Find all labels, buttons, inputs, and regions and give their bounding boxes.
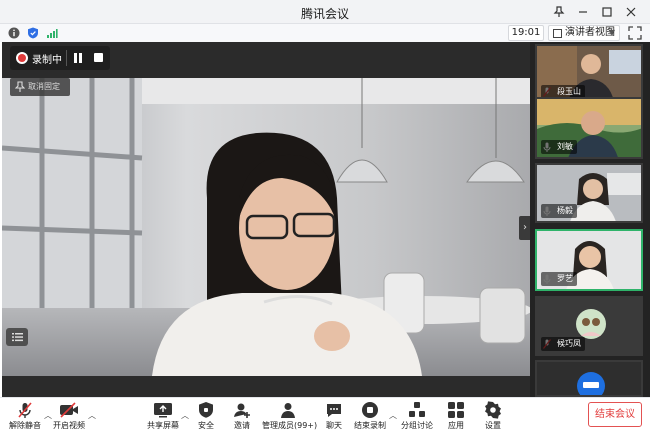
settings-label: 设置 [485, 421, 501, 430]
unpin-button[interactable]: 取消固定 [10, 78, 70, 96]
divider [66, 50, 67, 66]
share-screen-icon [154, 403, 172, 418]
camera-off-icon [60, 402, 78, 418]
end-recording-button[interactable]: 结束录制 [347, 400, 393, 431]
participant-tile-active[interactable]: 罗艺 [535, 229, 643, 291]
start-video-button[interactable]: 开启视频 [46, 400, 92, 431]
participant-tile[interactable]: 杨毅 [535, 163, 643, 223]
chevron-down-icon: ▼ [608, 28, 615, 37]
gear-icon [485, 401, 501, 419]
chevron-right-icon: › [523, 222, 527, 233]
mic-muted-icon [18, 402, 32, 418]
view-mode-dropdown[interactable]: 演讲者视图 ▼ [548, 25, 620, 41]
end-meeting-button[interactable]: 结束会议 [588, 402, 642, 427]
unpin-label: 取消固定 [28, 82, 60, 91]
pin-icon [15, 81, 25, 92]
start-video-label: 开启视频 [53, 421, 85, 430]
signal-strength-icon [47, 29, 58, 38]
participant-name: 杨毅 [541, 204, 577, 218]
participant-tile[interactable]: 候巧凤 [535, 296, 643, 356]
unmute-label: 解除静音 [9, 421, 41, 430]
members-icon [281, 403, 295, 418]
shield-icon [199, 402, 213, 418]
close-button[interactable] [622, 3, 640, 21]
manage-members-button[interactable]: 管理成员(99+) [262, 400, 318, 431]
minimize-button[interactable] [574, 3, 592, 21]
collapse-sidebar-button[interactable]: › [519, 216, 530, 240]
share-screen-label: 共享屏幕 [147, 421, 179, 430]
pin-window-icon[interactable] [550, 3, 568, 21]
participant-tile[interactable] [535, 360, 643, 397]
chat-icon [327, 404, 341, 417]
invite-button[interactable]: 邀请 [219, 400, 265, 431]
participant-gallery: 段玉山 刘敏 杨毅 罗艺 候巧凤 [530, 42, 650, 397]
recording-indicator-icon [18, 54, 26, 62]
participant-tile[interactable]: 刘敏 [535, 97, 643, 159]
participant-name: 候巧凤 [541, 337, 585, 351]
participant-list-toggle[interactable] [6, 328, 28, 346]
stop-recording-button[interactable] [94, 53, 103, 62]
main-video-stage: 录制中 取消固定 › [2, 42, 530, 397]
add-user-icon [234, 403, 250, 418]
apps-icon [448, 402, 464, 418]
speaker-video [2, 78, 530, 376]
info-icon[interactable] [8, 27, 20, 39]
stop-recording-icon [362, 402, 378, 418]
maximize-button[interactable] [598, 3, 616, 21]
layout-icon [553, 29, 562, 38]
participant-name: 罗艺 [541, 272, 577, 286]
fullscreen-icon[interactable] [628, 26, 642, 40]
pause-recording-button[interactable] [72, 52, 84, 64]
participant-tile[interactable]: 段玉山 [535, 44, 643, 104]
unmute-button[interactable]: 解除静音 [2, 400, 48, 431]
title-bar: 腾讯会议 [0, 0, 650, 24]
shield-icon[interactable] [27, 27, 39, 39]
recording-status-label: 录制中 [32, 55, 62, 66]
manage-members-label: 管理成员(99+) [262, 421, 318, 430]
settings-button[interactable]: 设置 [470, 400, 516, 431]
breakout-icon [409, 402, 425, 417]
invite-label: 邀请 [234, 421, 250, 430]
view-mode-label: 演讲者视图 [565, 27, 615, 38]
meeting-info-bar: 19:01 演讲者视图 ▼ [0, 24, 650, 42]
share-screen-button[interactable]: 共享屏幕 [140, 400, 186, 431]
participant-name: 刘敏 [541, 140, 577, 154]
end-recording-label: 结束录制 [354, 421, 386, 430]
meeting-timer: 19:01 [508, 25, 544, 41]
recording-controls: 录制中 [10, 46, 110, 70]
list-icon [12, 333, 23, 342]
meeting-toolbar: 解除静音 ︿ 开启视频 ︿ 共享屏幕 ︿ 安全 邀请 管理成员(99+) 聊天 … [0, 397, 650, 432]
video-options-caret-icon[interactable]: ︿ [88, 410, 96, 421]
